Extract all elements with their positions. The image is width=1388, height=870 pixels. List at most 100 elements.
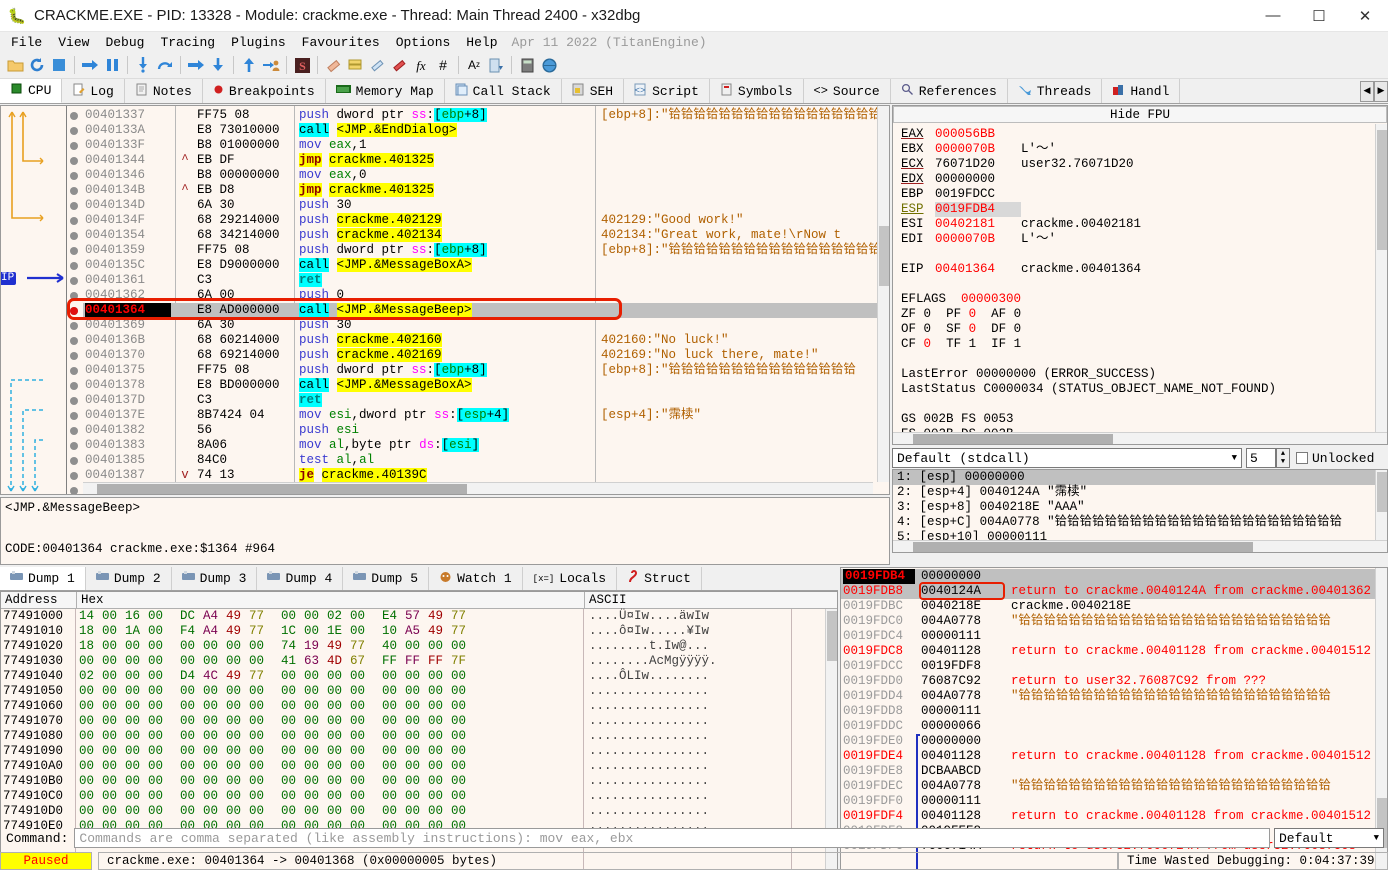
flag-value[interactable]: 0 xyxy=(1014,307,1022,321)
disassembly-hscrollbar[interactable] xyxy=(83,482,873,494)
breakpoint-dot[interactable] xyxy=(70,157,78,165)
flag-value[interactable]: 1 xyxy=(1014,337,1022,351)
tab-scroll-left-button[interactable]: ◀ xyxy=(1360,80,1374,102)
breakpoint-dot[interactable] xyxy=(70,112,78,120)
register-row[interactable]: EAX 000056BB xyxy=(893,127,1387,142)
tab-cpu[interactable]: CPU xyxy=(0,79,63,103)
stack-row[interactable]: 0019FDDC 00000066 xyxy=(841,719,1387,734)
arguments-vscrollbar[interactable] xyxy=(1375,470,1387,540)
dump-row[interactable]: 77491000 14 00 16 00 DC A4 49 77 00 00 02 00 E4 57 49 77… xyxy=(3,609,837,624)
dump-header-hex[interactable]: Hex xyxy=(77,592,585,609)
stack-row[interactable]: 0019FDF4 00401128 return to crackme.004011… xyxy=(841,809,1387,824)
disassembly-row[interactable]: 0040133F B8 01000000 mov eax,1 xyxy=(1,138,889,153)
dump-header-ascii[interactable]: ASCII xyxy=(585,592,837,609)
stack-row[interactable]: 0019FDD4 004A0778 "铪铪铪铪铪铪铪铪铪铪铪铪铪铪铪铪铪铪铪铪铪铪铪… xyxy=(841,689,1387,704)
scroll-thumb[interactable] xyxy=(1377,472,1387,512)
breakpoint-dot[interactable] xyxy=(70,442,78,450)
hash-icon[interactable]: # xyxy=(432,54,454,76)
disassembly-row[interactable]: 00401378 E8 BD000000 call <JMP.&MessageBox… xyxy=(1,378,889,393)
command-context-select[interactable]: Default ▼ xyxy=(1274,828,1384,848)
register-row[interactable]: ECX 76071D20 user32.76071D20 xyxy=(893,157,1387,172)
eflags-row[interactable]: EFLAGS 00000300 xyxy=(893,292,1387,307)
scroll-thumb[interactable] xyxy=(913,542,1253,552)
red-patch-icon[interactable] xyxy=(388,54,410,76)
fx-icon[interactable]: fx xyxy=(410,54,432,76)
disassembly-row[interactable]: 00401387 v 74 13 je crackme.40139C xyxy=(1,468,889,483)
register-value[interactable]: 0019FDB4 xyxy=(935,202,1021,217)
breakpoint-dot[interactable] xyxy=(70,367,78,375)
breakpoint-dot[interactable] xyxy=(70,487,78,494)
tab-handles[interactable]: Handl xyxy=(1102,79,1181,103)
dump-tab-locals[interactable]: [x=] Locals xyxy=(523,567,618,590)
stack-panel[interactable]: 0019FDB4 00000000 0019FDB8 0040124A return t… xyxy=(840,567,1388,870)
registers-hscrollbar[interactable] xyxy=(893,432,1387,444)
menu-item-tracing[interactable]: Tracing xyxy=(152,34,223,51)
disassembly-row[interactable]: 00401354 68 34214000 push crackme.402134 40… xyxy=(1,228,889,243)
dump-row[interactable]: 77491020 18 00 00 00 00 00 00 00 74 19 49 77 40 00 00 00… xyxy=(3,639,837,654)
current-breakpoint-dot[interactable] xyxy=(70,307,78,315)
stack-row[interactable]: 0019FDBC 0040218E crackme.0040218E xyxy=(841,599,1387,614)
stack-row[interactable]: 0019FDC4 00000111 xyxy=(841,629,1387,644)
breakpoint-dot[interactable] xyxy=(70,202,78,210)
scroll-thumb[interactable] xyxy=(1377,130,1387,250)
eraser-icon[interactable] xyxy=(322,54,344,76)
breakpoint-dot[interactable] xyxy=(70,337,78,345)
breakpoint-dot[interactable] xyxy=(70,352,78,360)
breakpoint-dot[interactable] xyxy=(70,457,78,465)
disassembly-row[interactable]: 0040137E 8B7424 04 mov esi,dword ptr ss:[e… xyxy=(1,408,889,423)
tab-memory-map[interactable]: Memory Map xyxy=(325,79,445,103)
register-row[interactable]: EDX 00000000 xyxy=(893,172,1387,187)
tab-notes[interactable]: Notes xyxy=(124,79,203,103)
dump-row[interactable]: 774910B0 00 00 00 00 00 00 00 00 00 00 00 00 00 00 00 00… xyxy=(3,774,837,789)
flag-value[interactable]: 0 xyxy=(924,337,932,351)
step-over-icon[interactable] xyxy=(154,54,176,76)
restart-icon[interactable] xyxy=(26,54,48,76)
disassembly-row[interactable]: 0040133A E8 73010000 call <JMP.&EndDialog> xyxy=(1,123,889,138)
dump-tab-watch-1[interactable]: Watch 1 xyxy=(429,567,523,590)
stack-row[interactable]: 0019FDB8 0040124A return to crackme.004012… xyxy=(841,584,1387,599)
flag-row[interactable]: OF 0 SF 0 DF 0 xyxy=(893,322,1387,337)
stop-icon[interactable] xyxy=(48,54,70,76)
disassembly-row[interactable]: 00401382 56 push esi xyxy=(1,423,889,438)
dump-tab-1[interactable]: Dump 1 xyxy=(0,567,86,590)
breakpoint-dot[interactable] xyxy=(70,262,78,270)
dump-row[interactable]: 77491030 00 00 00 00 00 00 00 00 41 63 4D 67 FF FF FF 7F… xyxy=(3,654,837,669)
dump-row[interactable]: 774910D0 00 00 00 00 00 00 00 00 00 00 00 00 00 00 00 00… xyxy=(3,804,837,819)
register-row[interactable]: ESI 00402181 crackme.00402181 xyxy=(893,217,1387,232)
menu-item-options[interactable]: Options xyxy=(388,34,459,51)
flag-value[interactable]: 1 xyxy=(969,337,977,351)
eflags-value[interactable]: 00000300 xyxy=(961,292,1047,307)
stack-row[interactable]: 0019FDE4 00401128 return to crackme.004011… xyxy=(841,749,1387,764)
tab-script[interactable]: <> Script xyxy=(624,79,710,103)
register-row[interactable]: EBP 0019FDCC xyxy=(893,187,1387,202)
breakpoint-dot[interactable] xyxy=(70,172,78,180)
stack-row[interactable]: 0019FDCC 0019FDF8 xyxy=(841,659,1387,674)
transfer-icon[interactable] xyxy=(485,54,507,76)
step-down-icon[interactable] xyxy=(207,54,229,76)
dump-tab-struct[interactable]: Struct xyxy=(617,567,702,590)
dump-row[interactable]: 77491090 00 00 00 00 00 00 00 00 00 00 00 00 00 00 00 00… xyxy=(3,744,837,759)
register-row[interactable]: ESP 0019FDB4 xyxy=(893,202,1387,217)
calculator-icon[interactable] xyxy=(516,54,538,76)
tab-symbols[interactable]: Symbols xyxy=(709,79,804,103)
stack-row[interactable]: 0019FDD0 76087C92 return to user32.76087C9… xyxy=(841,674,1387,689)
tab-breakpoints[interactable]: Breakpoints xyxy=(202,79,326,103)
breakpoint-dot[interactable] xyxy=(70,232,78,240)
registers-vscrollbar[interactable] xyxy=(1375,124,1387,432)
breakpoint-dot[interactable] xyxy=(70,247,78,255)
disassembly-row[interactable]: 00401364 E8 AD000000 call <JMP.&MessageBee… xyxy=(1,303,889,318)
breakpoint-dot[interactable] xyxy=(70,187,78,195)
step-into-icon[interactable] xyxy=(132,54,154,76)
dump-header-address[interactable]: Address xyxy=(1,592,77,609)
close-button[interactable]: ✕ xyxy=(1342,0,1388,32)
arguments-hscrollbar[interactable] xyxy=(893,540,1387,552)
disassembly-row[interactable]: 0040136B 68 60214000 push crackme.402160 40… xyxy=(1,333,889,348)
tab-source[interactable]: <> Source xyxy=(803,79,891,103)
scroll-thumb[interactable] xyxy=(827,611,837,661)
open-folder-icon[interactable] xyxy=(4,54,26,76)
disassembly-row[interactable]: 0040135C E8 D9000000 call <JMP.&MessageBox… xyxy=(1,258,889,273)
argument-row[interactable]: 1: [esp] 00000000 xyxy=(893,470,1387,485)
menu-item-help[interactable]: Help xyxy=(458,34,505,51)
register-value[interactable]: 0000070B xyxy=(935,142,1021,157)
scroll-thumb[interactable] xyxy=(879,226,889,286)
